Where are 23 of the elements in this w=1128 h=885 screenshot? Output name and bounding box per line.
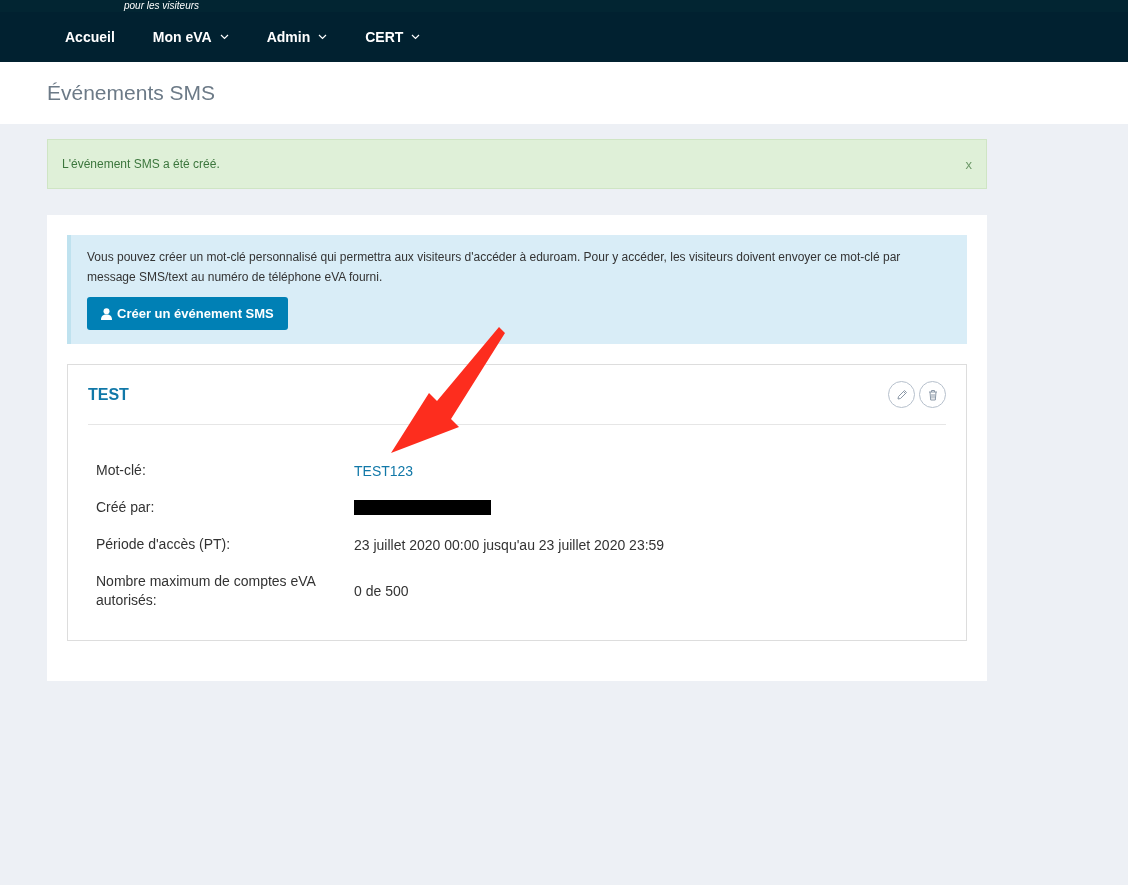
chevron-down-icon	[318, 34, 328, 40]
detail-label: Période d'accès (PT):	[96, 535, 232, 554]
page-title: Événements SMS	[47, 81, 216, 105]
detail-label: Créé par:	[96, 498, 156, 517]
detail-value: 23 juillet 2020 00:00 jusqu'au 23 juillet 2020 23:59	[354, 536, 665, 553]
nav-item[interactable]: Admin	[266, 29, 328, 45]
chevron-down-icon	[411, 34, 421, 40]
keyword-link[interactable]: TEST123	[354, 462, 414, 479]
delete-icon[interactable]	[919, 381, 946, 408]
alert-message: L'événement SMS a été créé.	[62, 157, 220, 171]
nav-item[interactable]: CERT	[365, 29, 421, 45]
detail-label: Mot-clé:	[96, 461, 147, 480]
nav-item[interactable]: Accueil	[65, 29, 115, 45]
chevron-down-icon	[219, 34, 229, 40]
info-text: Vous pouvez créer un mot-clé personnalisé qui permettra aux visiteurs d'accéder à eduroam. Pour y accéder, les visiteurs doivent envoyer ce mot-clé par message SMS/text au numéro de téléphone eVA fourni.	[87, 249, 902, 286]
nav-item[interactable]: Mon eVA	[152, 29, 229, 45]
edit-icon[interactable]	[888, 381, 915, 408]
detail-value: 0 de 500	[354, 583, 409, 599]
tagline: pour les visiteurs	[124, 0, 201, 12]
detail-label: Nombre maximum de comptes eVA autorisés:	[96, 572, 317, 610]
event-title: TEST	[88, 385, 129, 404]
user-icon	[101, 307, 112, 320]
create-event-button[interactable]: Créer un événement SMS	[87, 297, 288, 330]
